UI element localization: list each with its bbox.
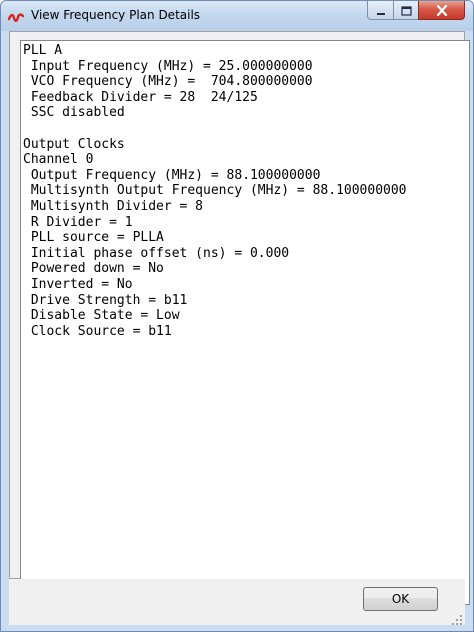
title-bar[interactable]: View Frequency Plan Details	[1, 1, 473, 31]
close-icon	[436, 1, 448, 20]
detail-line: VCO Frequency (MHz) = 704.800000000	[23, 74, 313, 90]
detail-line: Inverted = No	[23, 276, 133, 292]
detail-line: Powered down = No	[23, 261, 164, 277]
detail-line: Channel 0	[23, 152, 94, 168]
detail-line: Output Clocks	[23, 136, 125, 152]
detail-line	[21, 121, 469, 137]
window-title: View Frequency Plan Details	[31, 8, 201, 22]
detail-line: Feedback Divider = 28 24/125	[23, 89, 258, 105]
detail-line: Multisynth Output Frequency (MHz) = 88.1…	[23, 183, 407, 199]
maximize-button[interactable]	[393, 1, 419, 20]
detail-line: Clock Source = b11	[23, 323, 172, 339]
content-panel: PLL A Input Frequency (MHz) = 25.0000000…	[9, 31, 470, 605]
detail-line: Multisynth Divider = 8	[23, 198, 204, 214]
details-text-area[interactable]: PLL A Input Frequency (MHz) = 25.0000000…	[20, 40, 470, 605]
resize-grip-icon[interactable]	[451, 611, 463, 625]
detail-line: Output Frequency (MHz) = 88.100000000	[23, 167, 321, 183]
detail-line: Input Frequency (MHz) = 25.000000000	[23, 58, 313, 74]
detail-line: Drive Strength = b11	[23, 292, 188, 308]
app-logo-icon	[7, 9, 25, 23]
detail-line: Initial phase offset (ns) = 0.000	[23, 245, 290, 261]
detail-line: SSC disabled	[23, 105, 125, 121]
dialog-footer: OK	[9, 579, 465, 625]
close-button[interactable]	[418, 1, 465, 20]
detail-line: R Divider = 1	[23, 214, 133, 230]
minimize-button[interactable]	[367, 1, 394, 20]
minimize-icon	[376, 1, 386, 20]
maximize-icon	[400, 1, 412, 20]
ok-button[interactable]: OK	[363, 587, 438, 611]
frequency-plan-dialog: View Frequency Plan Details PLL A Input …	[0, 0, 474, 632]
detail-line: PLL A	[23, 43, 63, 58]
detail-line: PLL source = PLLA	[23, 230, 164, 246]
detail-line: Disable State = Low	[23, 308, 180, 324]
